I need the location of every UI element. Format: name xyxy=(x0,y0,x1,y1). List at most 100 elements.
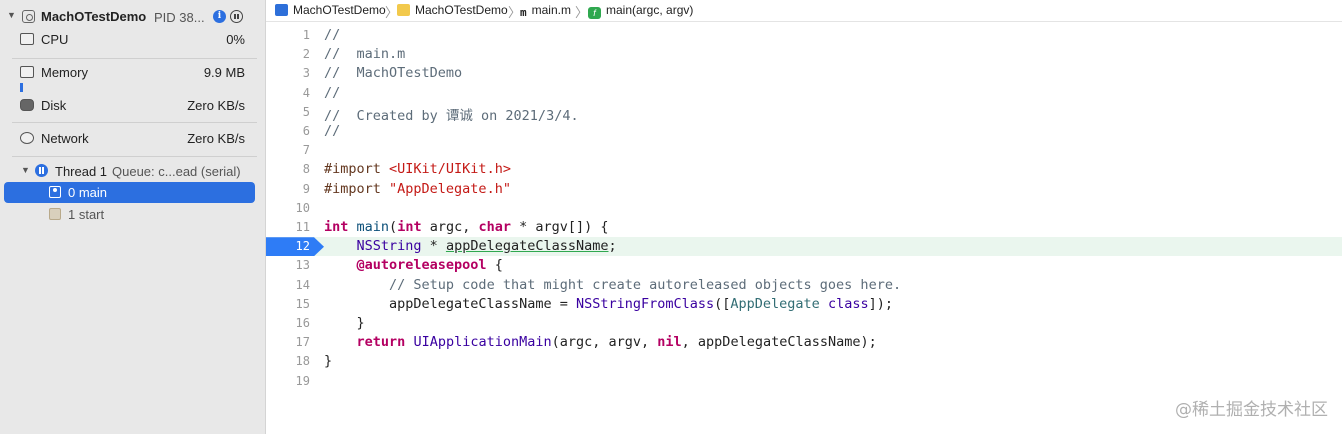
gauge-value: 0% xyxy=(226,32,245,47)
line-number[interactable]: 1 xyxy=(266,28,310,42)
line-number[interactable]: 17 xyxy=(266,335,310,349)
line-number[interactable]: 11 xyxy=(266,220,310,234)
code-text[interactable]: // Created by 谭诚 on 2021/3/4. xyxy=(324,104,579,124)
code-text[interactable]: #import "AppDelegate.h" xyxy=(324,181,511,197)
thread-icon xyxy=(35,164,48,177)
memory-icon xyxy=(20,66,34,78)
function-icon: f xyxy=(588,7,601,19)
thread-row[interactable]: ▼ Thread 1 Queue: c...ead (serial) xyxy=(0,160,265,182)
line-number[interactable]: 10 xyxy=(266,201,310,215)
code-text[interactable]: } xyxy=(324,315,365,331)
code-text[interactable]: // xyxy=(324,27,340,43)
line-number[interactable]: 19 xyxy=(266,374,310,388)
debug-navigator: ▼ MachOTestDemo PID 38... i CPU 0% Memor… xyxy=(0,0,266,434)
line-number[interactable]: 12 xyxy=(266,239,310,253)
chevron-down-icon[interactable]: ▼ xyxy=(21,165,30,175)
code-text[interactable]: #import <UIKit/UIKit.h> xyxy=(324,161,511,177)
gauge-label: Disk xyxy=(41,98,67,113)
code-text[interactable]: // MachOTestDemo xyxy=(324,65,462,81)
code-text[interactable]: // main.m xyxy=(324,46,405,62)
process-name: MachOTestDemo xyxy=(41,9,147,24)
gauge-memory[interactable]: Memory 9.9 MB xyxy=(0,62,265,92)
line-number[interactable]: 7 xyxy=(266,143,310,157)
code-line[interactable]: 18} xyxy=(266,352,1342,371)
disk-icon xyxy=(20,99,34,111)
gauge-label: Memory xyxy=(41,65,88,80)
stack-frame-start[interactable]: 1 start xyxy=(4,204,255,225)
gauge-value: Zero KB/s xyxy=(187,131,245,146)
line-number[interactable]: 18 xyxy=(266,354,310,368)
code-line[interactable]: 15 appDelegateClassName = NSStringFromCl… xyxy=(266,295,1342,314)
code-line[interactable]: 14 // Setup code that might create autor… xyxy=(266,276,1342,295)
gauge-value: Zero KB/s xyxy=(187,98,245,113)
chevron-down-icon[interactable]: ▼ xyxy=(7,10,16,20)
code-line[interactable]: 9 #import "AppDelegate.h" xyxy=(266,180,1342,199)
code-line[interactable]: 17 return UIApplicationMain(argc, argv, … xyxy=(266,333,1342,352)
objc-file-icon: m xyxy=(520,6,527,19)
code-text[interactable]: @autoreleasepool { xyxy=(324,257,503,273)
app-process-icon xyxy=(22,10,35,23)
code-line[interactable]: 10 xyxy=(266,199,1342,218)
code-line[interactable]: 5 // Created by 谭诚 on 2021/3/4. xyxy=(266,103,1342,124)
line-number[interactable]: 14 xyxy=(266,278,310,292)
line-number[interactable]: 5 xyxy=(266,105,310,119)
jump-bar: MachOTestDemo 〉 MachOTestDemo 〉 m main.m … xyxy=(266,0,1342,22)
thread-label: Thread 1 xyxy=(55,164,108,179)
code-line[interactable]: 16 } xyxy=(266,314,1342,333)
code-line[interactable]: 19 xyxy=(266,372,1342,391)
divider xyxy=(12,156,257,157)
code-line[interactable]: 11 int main(int argc, char * argv[]) { xyxy=(266,218,1342,237)
code-text[interactable]: return UIApplicationMain(argc, argv, nil… xyxy=(324,334,877,350)
breadcrumb-separator: 〉 xyxy=(575,5,589,20)
breadcrumb-function[interactable]: f main(argc, argv) xyxy=(588,3,693,19)
gauge-value: 9.9 MB xyxy=(203,65,245,80)
network-icon xyxy=(20,132,34,144)
code-line[interactable]: 12 NSString * appDelegateClassName; xyxy=(266,237,1342,257)
divider xyxy=(12,122,257,123)
line-number[interactable]: 9 xyxy=(266,182,310,196)
line-number[interactable]: 15 xyxy=(266,297,310,311)
line-number[interactable]: 6 xyxy=(266,124,310,138)
process-row[interactable]: ▼ MachOTestDemo PID 38... i xyxy=(0,0,265,32)
code-text[interactable]: NSString * appDelegateClassName; xyxy=(324,238,617,254)
pause-icon[interactable] xyxy=(230,10,243,23)
code-text[interactable]: int main(int argc, char * argv[]) { xyxy=(324,219,609,235)
code-line[interactable]: 8 #import <UIKit/UIKit.h> xyxy=(266,160,1342,179)
line-number[interactable]: 3 xyxy=(266,66,310,80)
gauge-label: Network xyxy=(41,131,89,146)
line-number[interactable]: 8 xyxy=(266,162,310,176)
code-text[interactable]: // xyxy=(324,123,340,139)
breadcrumb-group[interactable]: MachOTestDemo xyxy=(397,3,508,17)
line-number[interactable]: 4 xyxy=(266,86,310,100)
folder-icon xyxy=(397,4,410,16)
gauge-network[interactable]: Network Zero KB/s xyxy=(0,128,265,150)
cpu-icon xyxy=(20,33,34,45)
code-line[interactable]: 2 // main.m xyxy=(266,45,1342,64)
line-number[interactable]: 13 xyxy=(266,258,310,272)
breadcrumb-file[interactable]: m main.m xyxy=(520,3,571,19)
stack-frame-main[interactable]: 0 main xyxy=(4,182,255,203)
process-pid: PID 38... xyxy=(154,10,205,25)
gauge-cpu[interactable]: CPU 0% xyxy=(0,29,265,51)
code-line[interactable]: 7 xyxy=(266,141,1342,160)
code-text[interactable]: // xyxy=(324,85,340,101)
code-text[interactable]: appDelegateClassName = NSStringFromClass… xyxy=(324,296,893,312)
code-line[interactable]: 1 // xyxy=(266,26,1342,45)
system-frame-icon xyxy=(49,208,61,220)
code-text[interactable]: // Setup code that might create autorele… xyxy=(324,277,901,293)
line-number[interactable]: 2 xyxy=(266,47,310,61)
code-line[interactable]: 6 // xyxy=(266,122,1342,141)
code-line[interactable]: 3 // MachOTestDemo xyxy=(266,64,1342,83)
user-frame-icon xyxy=(49,186,61,198)
frame-label: 0 main xyxy=(68,185,108,200)
source-editor[interactable]: 1 // 2 // main.m 3 // MachOTestDemo 4 // 5 // Cre… xyxy=(266,22,1342,434)
code-line[interactable]: 13 @autoreleasepool { xyxy=(266,256,1342,275)
memory-level-bar xyxy=(20,83,23,92)
breadcrumb-project[interactable]: MachOTestDemo xyxy=(275,3,386,17)
code-line[interactable]: 4 // xyxy=(266,84,1342,103)
line-number[interactable]: 16 xyxy=(266,316,310,330)
divider xyxy=(12,58,257,59)
gauge-disk[interactable]: Disk Zero KB/s xyxy=(0,95,265,117)
info-icon[interactable]: i xyxy=(213,10,226,23)
code-text[interactable]: } xyxy=(324,353,332,369)
